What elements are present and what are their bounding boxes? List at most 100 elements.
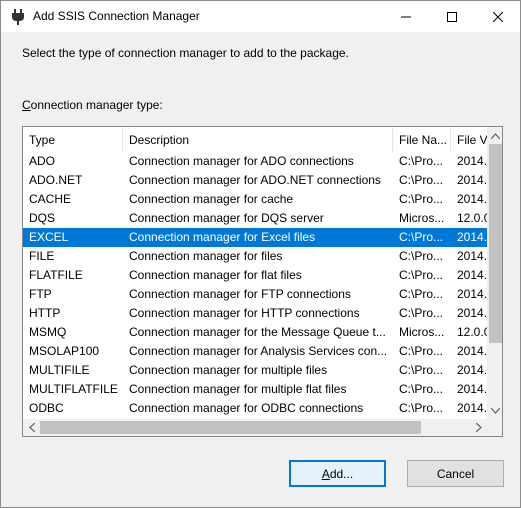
list-item[interactable]: MULTIFLATFILE Connection manager for mult… — [23, 380, 487, 399]
list-rows: ADO Connection manager for ADO connection… — [23, 152, 487, 436]
cell-description: Connection manager for HTTP connections — [129, 306, 360, 320]
minimize-icon — [401, 16, 411, 17]
cell-type: EXCEL — [29, 230, 69, 244]
vertical-scroll-thumb[interactable] — [489, 144, 502, 343]
list-item[interactable]: ADO Connection manager for ADO connection… — [23, 152, 487, 171]
cell-file-version: 2014. — [457, 306, 487, 320]
list-item[interactable]: FLATFILE Connection manager for flat file… — [23, 266, 487, 285]
list-item[interactable]: FILE Connection manager for files C:\Pro..… — [23, 247, 487, 266]
cell-file-version: 2014. — [457, 268, 487, 282]
list-item[interactable]: CACHE Connection manager for cache C:\Pro.… — [23, 190, 487, 209]
cell-description: Connection manager for ADO.NET connectio… — [129, 173, 381, 187]
cell-type: DQS — [29, 211, 56, 225]
close-icon — [493, 11, 503, 22]
cell-file-version: 2014. — [457, 382, 487, 396]
cell-file-version: 12.0.0 — [457, 211, 487, 225]
cell-type: FLATFILE — [29, 268, 83, 282]
cell-description: Connection manager for cache — [129, 192, 294, 206]
add-button[interactable]: Add... — [289, 460, 386, 487]
cell-description: Connection manager for FTP connections — [129, 287, 351, 301]
cell-file-version: 2014. — [457, 401, 487, 415]
ssis-plug-icon — [11, 9, 25, 25]
cell-file-name: Micros... — [399, 211, 445, 225]
list-item[interactable]: MSOLAP100 Connection manager for Analysis… — [23, 342, 487, 361]
cell-file-name: C:\Pro... — [399, 249, 444, 263]
cell-file-version: 2014. — [457, 173, 487, 187]
list-item[interactable]: MSMQ Connection manager for the Message Q… — [23, 323, 487, 342]
maximize-icon — [447, 11, 457, 22]
instruction-text: Select the type of connection manager to… — [22, 46, 349, 60]
cell-type: MSOLAP100 — [29, 344, 100, 358]
cell-file-name: C:\Pro... — [399, 154, 444, 168]
cell-file-name: C:\Pro... — [399, 230, 444, 244]
cell-file-name: C:\Pro... — [399, 344, 444, 358]
cell-description: Connection manager for multiple flat fil… — [129, 382, 347, 396]
cell-type: ADO — [29, 154, 56, 168]
cancel-button[interactable]: Cancel — [407, 460, 504, 487]
cell-file-version: 2014. — [457, 154, 487, 168]
cell-type: FTP — [29, 287, 52, 301]
cell-type: MULTIFLATFILE — [29, 382, 118, 396]
cell-description: Connection manager for multiple files — [129, 363, 328, 377]
cell-type: FILE — [29, 249, 55, 263]
list-item[interactable]: DQS Connection manager for DQS server Micr… — [23, 209, 487, 228]
vertical-scrollbar[interactable] — [487, 127, 502, 419]
scroll-right-arrow-icon[interactable] — [470, 419, 487, 436]
cell-file-version: 2014. — [457, 287, 487, 301]
cell-type: HTTP — [29, 306, 61, 320]
horizontal-scrollbar[interactable] — [23, 419, 487, 436]
list-item[interactable]: HTTP Connection manager for HTTP connecti… — [23, 304, 487, 323]
cell-type: MULTIFILE — [29, 363, 90, 377]
cell-file-name: C:\Pro... — [399, 192, 444, 206]
scroll-up-arrow-icon[interactable] — [487, 127, 502, 144]
connection-type-list[interactable]: Type Description File Na... File V ADO Co… — [22, 126, 503, 437]
list-item[interactable]: ADO.NET Connection manager for ADO.NET co… — [23, 171, 487, 190]
label-rest: onnection manager type: — [30, 98, 163, 112]
cell-file-version: 12.0.0 — [457, 325, 487, 339]
cell-file-name: C:\Pro... — [399, 306, 444, 320]
dialog-window: Add SSIS Connection Manager Select the t… — [0, 0, 521, 508]
scroll-left-arrow-icon[interactable] — [23, 419, 40, 436]
cell-file-version: 2014. — [457, 344, 487, 358]
cell-type: ADO.NET — [29, 173, 83, 187]
cell-file-name: C:\Pro... — [399, 382, 444, 396]
cell-description: Connection manager for flat files — [129, 268, 302, 282]
list-item[interactable]: MULTIFILE Connection manager for multiple… — [23, 361, 487, 380]
add-label-rest: dd... — [329, 466, 354, 481]
cell-type: MSMQ — [29, 325, 67, 339]
column-header-type[interactable]: Type — [23, 127, 123, 151]
cell-description: Connection manager for files — [129, 249, 283, 263]
scroll-down-arrow-icon[interactable] — [487, 402, 502, 419]
list-item[interactable]: EXCEL Connection manager for Excel files C… — [23, 228, 487, 247]
minimize-button[interactable] — [383, 1, 429, 32]
cell-type: CACHE — [29, 192, 72, 206]
cell-description: Connection manager for ADO connections — [129, 154, 354, 168]
cell-file-version: 2014. — [457, 230, 487, 244]
horizontal-scroll-thumb[interactable] — [40, 421, 421, 434]
cell-description: Connection manager for Analysis Services… — [129, 344, 388, 358]
cell-file-version: 2014. — [457, 363, 487, 377]
list-header: Type Description File Na... File V — [23, 127, 502, 151]
cell-file-version: 2014. — [457, 249, 487, 263]
column-header-file-name[interactable]: File Na... — [393, 127, 451, 151]
cell-file-name: C:\Pro... — [399, 287, 444, 301]
column-header-description[interactable]: Description — [123, 127, 393, 151]
cell-description: Connection manager for the Message Queue… — [129, 325, 386, 339]
cell-description: Connection manager for DQS server — [129, 211, 324, 225]
window-title: Add SSIS Connection Manager — [33, 9, 200, 23]
cell-file-name: Micros... — [399, 325, 445, 339]
list-item[interactable]: FTP Connection manager for FTP connection… — [23, 285, 487, 304]
cell-description: Connection manager for ODBC connections — [129, 401, 364, 415]
cell-description: Connection manager for Excel files — [129, 230, 316, 244]
cell-file-name: C:\Pro... — [399, 268, 444, 282]
cell-type: ODBC — [29, 401, 64, 415]
list-item[interactable]: ODBC Connection manager for ODBC connecti… — [23, 399, 487, 418]
label-accelerator: C — [22, 98, 31, 112]
close-button[interactable] — [475, 1, 521, 32]
cell-file-name: C:\Pro... — [399, 363, 444, 377]
scrollbar-corner — [487, 419, 502, 436]
title-bar[interactable]: Add SSIS Connection Manager — [1, 1, 520, 32]
connection-manager-type-label: Connection manager type: — [22, 98, 163, 112]
maximize-button[interactable] — [429, 1, 475, 32]
cell-file-name: C:\Pro... — [399, 173, 444, 187]
